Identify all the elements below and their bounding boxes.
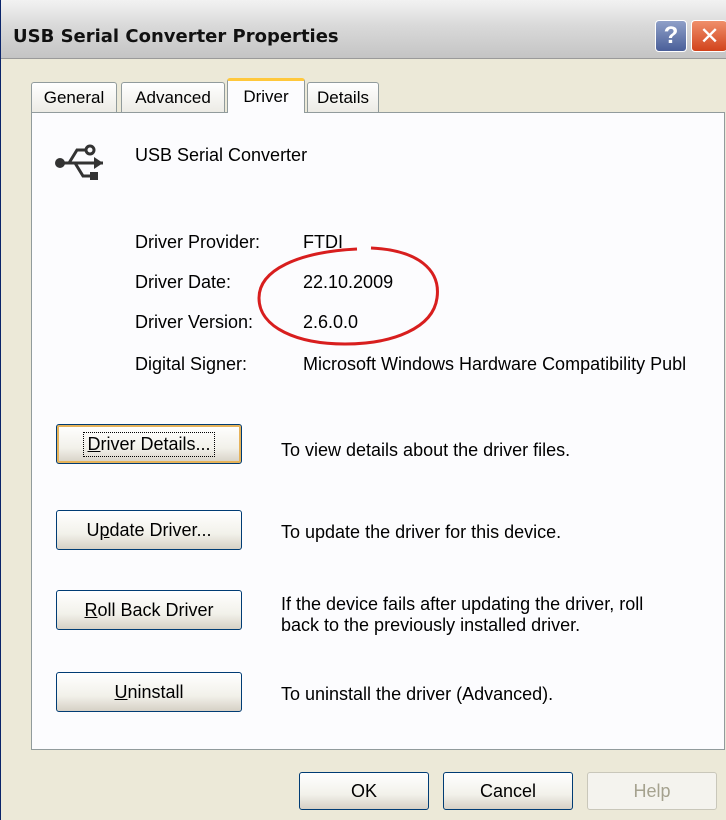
uninstall-description: To uninstall the driver (Advanced). [281,684,554,704]
update-driver-button[interactable]: Update Driver... [56,510,242,550]
driver-date-label: Driver Date: [135,272,232,292]
tab-driver[interactable]: Driver [227,78,305,113]
roll-back-driver-button-label: Roll Back Driver [84,599,214,620]
question-mark-icon: ? [663,22,679,49]
tab-details[interactable]: Details [307,82,379,112]
digital-signer-value: Microsoft Windows Hardware Compatibility… [303,354,687,374]
properties-dialog: USB Serial Converter Properties ? ✕ Gene… [0,0,726,820]
help-title-button[interactable]: ? [655,20,687,52]
ok-button[interactable]: OK [299,772,429,810]
window-title: USB Serial Converter Properties [13,26,339,47]
update-driver-button-label: Update Driver... [86,519,212,540]
roll-back-description-line-1: If the device fails after updating the d… [281,594,644,614]
driver-provider-label: Driver Provider: [135,232,261,252]
roll-back-driver-button[interactable]: Roll Back Driver [56,590,242,630]
driver-details-description: To view details about the driver files. [281,440,571,460]
usb-icon [55,144,103,180]
tab-general[interactable]: General [31,82,117,112]
annotation-circle [257,246,439,346]
device-name: USB Serial Converter [135,145,308,165]
help-button[interactable]: Help [587,772,717,810]
roll-back-driver-description: If the device fails after updating the d… [281,594,643,636]
driver-version-label: Driver Version: [135,312,254,332]
digital-signer-label: Digital Signer: [135,354,248,374]
close-icon: ✕ [699,22,720,50]
uninstall-button-label: Uninstall [114,681,184,702]
title-bar[interactable]: USB Serial Converter Properties ? ✕ [1,0,726,59]
close-title-button[interactable]: ✕ [691,20,726,52]
uninstall-button[interactable]: Uninstall [56,672,242,712]
tab-advanced[interactable]: Advanced [121,82,225,112]
roll-back-description-line-2: back to the previously installed driver. [281,615,581,635]
driver-details-button[interactable]: Driver Details... [56,424,242,464]
driver-details-button-label: Driver Details... [83,431,215,457]
update-driver-description: To update the driver for this device. [281,522,562,542]
cancel-button[interactable]: Cancel [443,772,573,810]
